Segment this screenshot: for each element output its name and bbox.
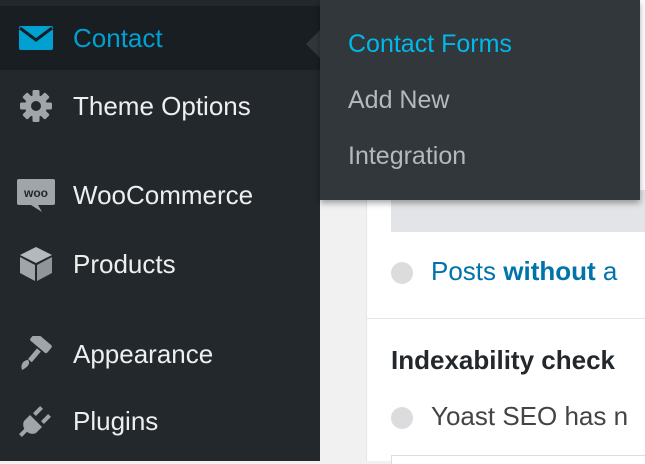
envelope-icon	[16, 18, 56, 58]
flyout-pointer	[306, 30, 320, 58]
section-divider	[367, 318, 645, 319]
status-bullet-icon	[391, 407, 413, 429]
box-icon	[16, 244, 56, 284]
posts-without-link[interactable]: Posts without a	[431, 256, 617, 287]
contact-submenu-flyout: Contact Forms Add New Integration	[320, 0, 640, 200]
sidebar-item-woocommerce[interactable]: woo WooCommerce	[0, 163, 320, 227]
submenu-item-integration[interactable]: Integration	[348, 142, 466, 171]
sidebar-item-label: WooCommerce	[73, 179, 254, 210]
posts-link-suffix[interactable]: a	[596, 256, 617, 286]
submenu-item-add-new[interactable]: Add New	[348, 86, 449, 115]
sidebar-item-appearance[interactable]: Appearance	[0, 322, 320, 386]
sidebar-item-label: Appearance	[73, 338, 214, 369]
plug-icon	[16, 401, 56, 441]
indexability-heading: Indexability check	[391, 345, 615, 375]
woocommerce-icon: woo	[16, 175, 56, 215]
sidebar-item-contact[interactable]: Contact	[0, 6, 320, 70]
sidebar-item-label: Products	[73, 248, 176, 279]
sidebar-item-label: Theme Options	[73, 90, 251, 121]
paintbrush-icon	[16, 334, 56, 374]
svg-text:woo: woo	[23, 186, 48, 200]
posts-link-bold[interactable]: without	[503, 256, 595, 286]
yoast-status-text: Yoast SEO has n	[431, 401, 629, 431]
submenu-item-contact-forms[interactable]: Contact Forms	[348, 30, 512, 59]
posts-link-prefix[interactable]: Posts	[431, 256, 503, 286]
sidebar-item-products[interactable]: Products	[0, 232, 320, 296]
sidebar-item-theme-options[interactable]: Theme Options	[0, 74, 320, 138]
sidebar-item-label: Contact	[73, 22, 163, 53]
status-bullet-icon	[391, 262, 413, 284]
sidebar-item-label: Plugins	[73, 405, 159, 436]
gear-icon	[16, 86, 56, 126]
widget-bottom-box	[391, 455, 645, 464]
sidebar-item-plugins[interactable]: Plugins	[0, 389, 320, 453]
admin-sidebar: Contact Theme Options woo WooCommerce Pr…	[0, 0, 320, 461]
